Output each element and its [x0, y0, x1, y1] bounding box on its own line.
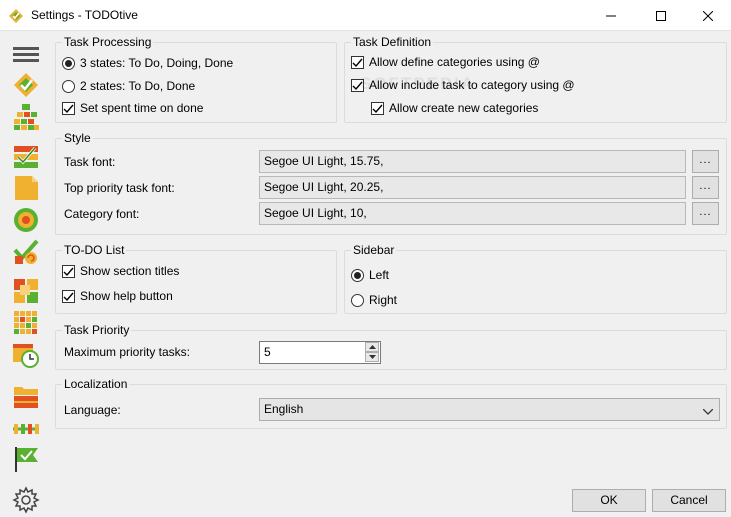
todo-list-group: TO-DO List Show section titles Show help…	[55, 242, 337, 314]
window-title: Settings - TODOtive	[31, 8, 138, 22]
allow-create-categories-checkbox[interactable]: Allow create new categories	[371, 99, 538, 117]
category-font-label: Category font:	[64, 207, 140, 221]
language-label: Language:	[64, 403, 121, 417]
checkbox-label: Show help button	[80, 289, 173, 303]
spin-up-icon[interactable]	[365, 342, 379, 352]
checkbox-checked-icon[interactable]	[62, 101, 75, 115]
target-icon[interactable]	[12, 206, 40, 234]
chevron-down-icon	[702, 404, 714, 419]
categories-icon[interactable]	[12, 103, 40, 131]
todotive-diamond-icon	[8, 8, 24, 24]
max-priority-input[interactable]: 5	[259, 341, 381, 364]
flag-icon[interactable]	[12, 445, 40, 473]
task-font-label: Task font:	[64, 155, 116, 169]
category-font-field[interactable]: Segoe UI Light, 10,	[259, 202, 686, 225]
sidebar-position-group: Sidebar Left Right	[344, 242, 727, 314]
spin-down-icon[interactable]	[365, 352, 379, 362]
title-bar: Settings - TODOtive	[0, 0, 731, 31]
checkbox-checked-icon[interactable]	[62, 289, 75, 303]
max-priority-label: Maximum priority tasks:	[64, 345, 191, 359]
checkbox-checked-icon[interactable]	[351, 55, 364, 69]
style-group: Style Task font: Segoe UI Light, 15.75, …	[55, 130, 727, 235]
cancel-button[interactable]: Cancel	[652, 489, 726, 512]
close-icon	[703, 10, 713, 21]
task-font-browse-button[interactable]: ...	[692, 150, 719, 173]
grid-small-icon[interactable]	[12, 277, 40, 305]
set-spent-time-checkbox[interactable]: Set spent time on done	[62, 99, 203, 117]
task-processing-icon[interactable]	[12, 71, 40, 99]
timeline-icon[interactable]	[12, 415, 40, 443]
sidebar-left-option[interactable]: Left	[351, 266, 389, 284]
option-label: 2 states: To Do, Done	[80, 79, 196, 93]
watermark: SOFTPEDIA	[360, 74, 476, 93]
option-label: Right	[369, 293, 398, 307]
checkbox-label: Set spent time on done	[80, 101, 204, 115]
group-title: Task Priority	[62, 322, 132, 338]
minimize-icon	[606, 11, 616, 21]
note-icon[interactable]	[12, 174, 40, 202]
checkbox-label: Allow create new categories	[389, 101, 539, 115]
top-priority-font-field[interactable]: Segoe UI Light, 20.25,	[259, 176, 686, 199]
top-priority-font-browse-button[interactable]: ...	[692, 176, 719, 199]
calendar-clock-icon[interactable]	[12, 341, 40, 369]
group-title: Localization	[62, 376, 130, 392]
group-title: Task Definition	[351, 34, 434, 50]
maximize-button[interactable]	[638, 0, 684, 31]
three-states-option[interactable]: 3 states: To Do, Doing, Done	[62, 54, 233, 72]
checkbox-label: Show section titles	[80, 264, 180, 278]
menu-icon[interactable]	[12, 41, 40, 69]
sync-check-icon[interactable]	[12, 238, 40, 266]
language-value: English	[264, 402, 304, 416]
close-button[interactable]	[685, 0, 731, 31]
checkbox-checked-icon[interactable]	[62, 264, 75, 278]
option-label: 3 states: To Do, Doing, Done	[80, 56, 234, 70]
radio-selected-icon[interactable]	[351, 268, 364, 282]
category-font-browse-button[interactable]: ...	[692, 202, 719, 225]
task-font-field[interactable]: Segoe UI Light, 15.75,	[259, 150, 686, 173]
sidebar-right-option[interactable]: Right	[351, 291, 397, 309]
gear-icon[interactable]	[12, 486, 40, 514]
ok-button[interactable]: OK	[572, 489, 646, 512]
group-title: Task Processing	[62, 34, 154, 50]
localization-group: Localization Language: English	[55, 376, 727, 429]
top-priority-font-label: Top priority task font:	[64, 181, 175, 195]
group-title: TO-DO List	[62, 242, 127, 258]
two-states-option[interactable]: 2 states: To Do, Done	[62, 77, 195, 95]
group-title: Sidebar	[351, 242, 397, 258]
task-priority-group: Task Priority Maximum priority tasks: 5	[55, 322, 727, 370]
checkbox-label: Allow define categories using @	[369, 55, 540, 69]
radio-unselected-icon[interactable]	[351, 293, 364, 307]
group-title: Style	[62, 130, 93, 146]
task-list-icon[interactable]	[12, 143, 40, 171]
maximize-icon	[656, 10, 666, 21]
grid-large-icon[interactable]	[12, 309, 40, 337]
settings-sidebar	[0, 31, 52, 516]
checkbox-checked-icon[interactable]	[371, 101, 384, 115]
radio-unselected-icon[interactable]	[62, 79, 75, 93]
folders-icon[interactable]	[12, 382, 40, 410]
language-select[interactable]: English	[259, 398, 720, 421]
max-priority-stepper[interactable]	[365, 342, 379, 363]
minimize-button[interactable]	[588, 0, 634, 31]
show-help-button-checkbox[interactable]: Show help button	[62, 287, 173, 305]
option-label: Left	[369, 268, 390, 282]
allow-define-categories-checkbox[interactable]: Allow define categories using @	[351, 53, 540, 71]
radio-selected-icon[interactable]	[62, 56, 75, 70]
task-processing-group: Task Processing 3 states: To Do, Doing, …	[55, 34, 337, 123]
show-section-titles-checkbox[interactable]: Show section titles	[62, 262, 179, 280]
